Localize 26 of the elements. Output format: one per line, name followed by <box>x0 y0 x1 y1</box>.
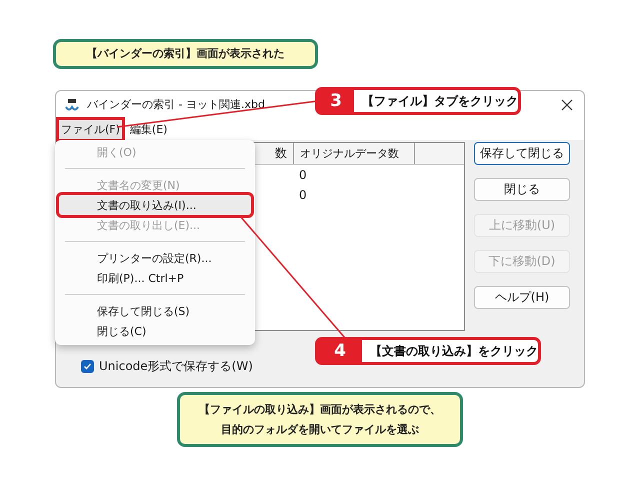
dialog-button[interactable]: ヘルプ(H) <box>474 286 570 309</box>
note-text: 【バインダーの索引】画面が表示された <box>86 46 284 62</box>
menu-item[interactable]: 編集(E) <box>128 120 170 138</box>
column-header[interactable]: オリジナルデータ数 <box>294 143 415 164</box>
menu-item[interactable]: 閉じる(C) <box>59 321 251 341</box>
callout-text: 【文書の取り込み】をクリック <box>362 340 538 362</box>
close-icon[interactable] <box>560 98 574 112</box>
menu-item[interactable]: 文書の取り込み(I)... <box>59 195 251 215</box>
checkbox-label: Unicode形式で保存する(W) <box>99 358 253 375</box>
table-cell: 0 <box>299 188 307 202</box>
window-title: バインダーの索引 - ヨット関連.xbd <box>87 97 265 112</box>
menu-item[interactable]: プリンターの設定(R)... <box>59 248 251 268</box>
checkmark-icon <box>82 361 93 372</box>
step-number: 3 <box>329 90 343 112</box>
callout-text: 【ファイル】タブをクリック <box>354 90 518 112</box>
table-cell: 0 <box>299 168 307 182</box>
note-text: 目的のフォルダを開いてファイルを選ぶ <box>221 422 419 438</box>
checkbox[interactable] <box>81 360 94 373</box>
menu-item[interactable]: 印刷(P)... Ctrl+P <box>59 268 251 288</box>
note-text: 【ファイルの取り込み】画面が表示されるので、 <box>199 402 441 418</box>
app-icon <box>65 98 81 112</box>
menu-item[interactable]: 保存して閉じる(S) <box>59 301 251 321</box>
menu-item[interactable]: ファイル(F) <box>59 120 122 138</box>
dialog-button[interactable]: 閉じる <box>474 178 570 201</box>
dialog-button[interactable]: 保存して閉じる <box>474 142 570 165</box>
step-number: 4 <box>333 340 347 362</box>
